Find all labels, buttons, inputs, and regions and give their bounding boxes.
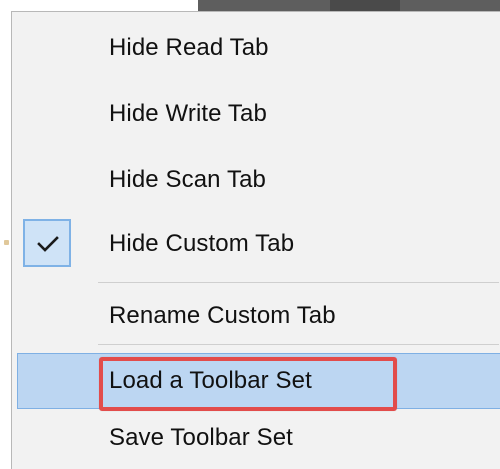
menu-separator xyxy=(98,282,499,283)
menu-item-label: Hide Scan Tab xyxy=(109,166,266,193)
background-window-left-edge xyxy=(0,12,11,469)
menu-item-hide-scan-tab[interactable]: Hide Scan Tab xyxy=(12,152,499,208)
menu-item-save-toolbar-set[interactable]: Save Toolbar Set xyxy=(12,410,499,466)
context-menu: Hide Read Tab Hide Write Tab Hide Scan T… xyxy=(11,11,500,469)
menu-item-hide-read-tab[interactable]: Hide Read Tab xyxy=(12,20,499,76)
menu-item-label: Hide Write Tab xyxy=(109,100,267,127)
menu-item-label: Save Toolbar Set xyxy=(109,424,293,451)
menu-item-hide-custom-tab[interactable]: Hide Custom Tab xyxy=(12,216,499,272)
menu-item-label: Hide Custom Tab xyxy=(109,230,295,257)
annotation-highlight-box xyxy=(99,357,397,411)
background-marker xyxy=(4,240,9,245)
checkmark-indicator xyxy=(23,219,71,267)
menu-item-label: Rename Custom Tab xyxy=(109,302,336,329)
menu-item-rename-custom-tab[interactable]: Rename Custom Tab xyxy=(12,288,499,344)
menu-separator xyxy=(98,344,499,345)
menu-item-hide-write-tab[interactable]: Hide Write Tab xyxy=(12,86,499,142)
menu-item-label: Hide Read Tab xyxy=(109,34,269,61)
checkmark-icon xyxy=(37,236,59,252)
